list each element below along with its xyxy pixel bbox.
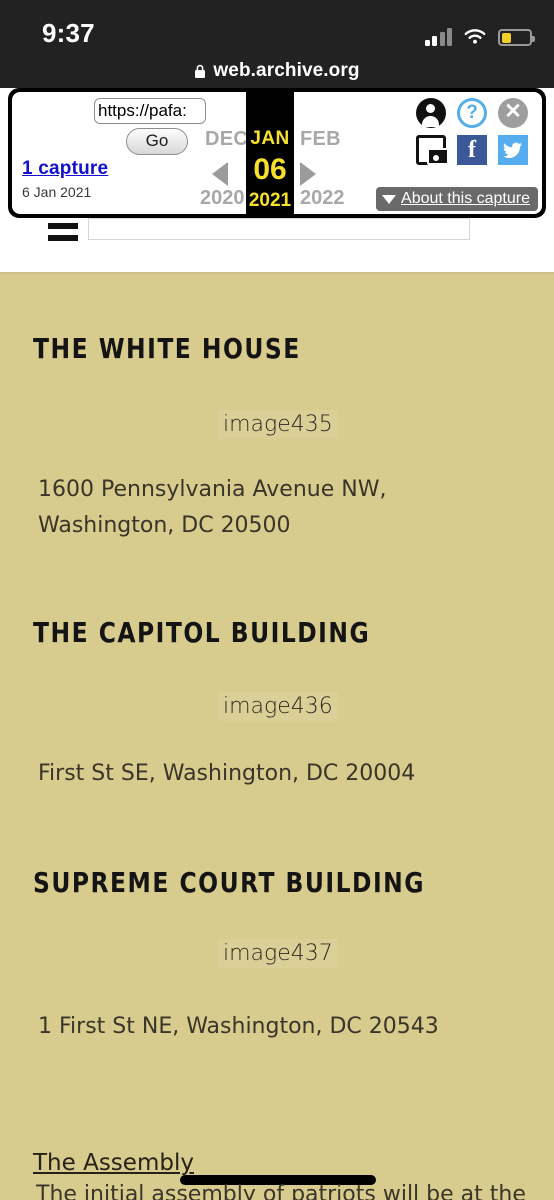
facebook-icon[interactable]: f [457, 135, 487, 165]
hamburger-menu-icon[interactable] [48, 223, 78, 245]
arrow-left-icon[interactable] [212, 162, 228, 186]
cellular-signal-icon [424, 28, 452, 46]
wayback-go-button[interactable]: Go [126, 128, 188, 155]
page-content: THE WHITE HOUSE image435 1600 Pennsylvan… [0, 272, 554, 1200]
capture-count-link[interactable]: 1 capture [22, 158, 108, 180]
wayback-url-input[interactable]: https://pafa: [94, 98, 206, 124]
about-this-capture-button[interactable]: About this capture [376, 187, 538, 211]
next-year-label[interactable]: 2022 [300, 187, 345, 210]
battery-low-icon [498, 29, 535, 46]
next-month-label[interactable]: FEB [300, 128, 341, 151]
section-title: THE WHITE HOUSE [33, 332, 301, 365]
broken-image-alt: image437 [218, 939, 338, 968]
section-address: First St SE, Washington, DC 20004 [38, 761, 416, 786]
broken-image-alt: image435 [218, 410, 338, 439]
section-address: 1 First St NE, Washington, DC 20543 [38, 1014, 439, 1039]
mobile-screenshot: 9:37 web.archive.org https://pafa: Go 1 … [0, 0, 554, 1200]
previous-year-label[interactable]: 2020 [200, 187, 245, 210]
wifi-icon [463, 28, 487, 46]
previous-month-label[interactable]: DEC [205, 128, 248, 151]
status-bar-indicators [424, 20, 535, 46]
current-capture-date-badge: JAN 06 2021 [246, 92, 294, 214]
caret-down-icon [382, 194, 397, 204]
site-nav-input[interactable] [88, 218, 470, 240]
current-month-label: JAN [250, 128, 290, 149]
about-this-capture-label: About this capture [401, 190, 530, 207]
arrow-right-icon[interactable] [300, 162, 316, 186]
section-title: SUPREME COURT BUILDING [33, 866, 425, 899]
assembly-heading: The Assembly [33, 1150, 194, 1176]
wayback-icon-grid: ? ✕ f [416, 98, 538, 169]
current-year-label: 2021 [248, 190, 292, 211]
assembly-paragraph: The initial assembly of patriots will be… [36, 1182, 526, 1200]
twitter-icon[interactable] [498, 135, 528, 165]
ios-status-bar: 9:37 web.archive.org [0, 0, 554, 88]
user-account-icon[interactable] [416, 98, 446, 128]
current-day-label: 06 [253, 153, 287, 186]
help-question-icon[interactable]: ? [457, 98, 487, 128]
status-bar-clock: 9:37 [42, 18, 95, 48]
page-domain: web.archive.org [213, 60, 360, 81]
section-address: 1600 Pennsylvania Avenue NW, Washington,… [38, 477, 387, 538]
wayback-machine-toolbar: https://pafa: Go 1 capture 6 Jan 2021 DE… [8, 88, 546, 218]
capture-date-label: 6 Jan 2021 [22, 184, 92, 200]
broken-image-alt: image436 [218, 692, 338, 721]
section-title: THE CAPITOL BUILDING [33, 616, 371, 649]
browser-address-display[interactable]: web.archive.org [0, 54, 554, 88]
site-nav-strip [0, 218, 554, 272]
lock-icon [194, 64, 206, 79]
close-x-icon[interactable]: ✕ [498, 98, 528, 128]
save-page-camera-icon[interactable] [416, 135, 449, 165]
